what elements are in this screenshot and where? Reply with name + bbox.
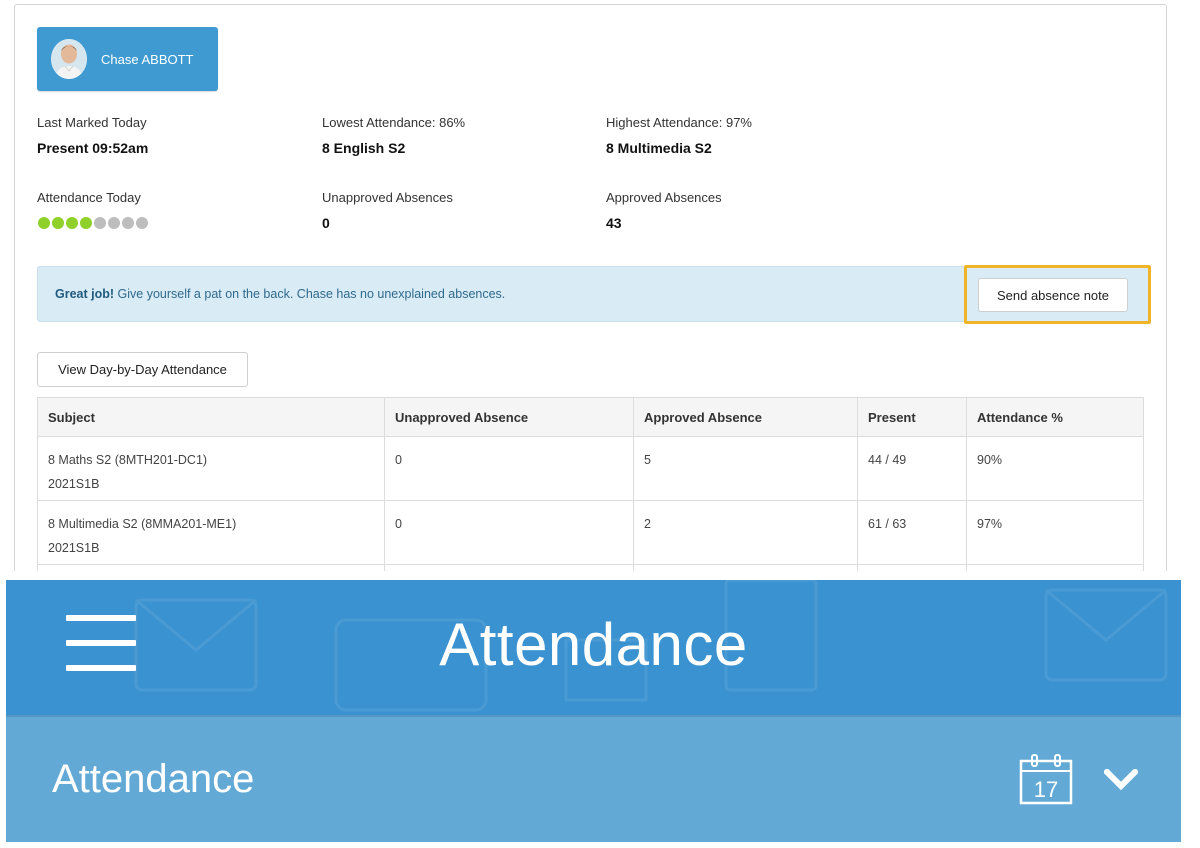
col-header-attendance-pct: Attendance % bbox=[966, 397, 1144, 437]
subjects-table: Subject Unapproved Absence Approved Abse… bbox=[37, 397, 1144, 571]
table-header-row: Subject Unapproved Absence Approved Abse… bbox=[37, 397, 1144, 437]
col-header-unapproved: Unapproved Absence bbox=[384, 397, 634, 437]
subject-term: 2021S1B bbox=[48, 541, 100, 555]
last-marked-value: Present 09:52am bbox=[37, 140, 149, 156]
attendance-dot-unmarked bbox=[94, 217, 106, 229]
cell-subject: 8 Maths S2 (8MTH201-DC1) 2021S1B bbox=[37, 436, 385, 501]
attendance-summary-panel: Chase ABBOTT Last Marked Today Present 0… bbox=[14, 4, 1167, 571]
unapproved-absences-label: Unapproved Absences bbox=[322, 190, 453, 205]
alert-strong-text: Great job! bbox=[55, 287, 115, 301]
col-header-approved: Approved Absence bbox=[633, 397, 858, 437]
cell-subject: 8 Multimedia S2 (8MMA201-ME1) 2021S1B bbox=[37, 500, 385, 565]
subject-name: 8 Maths S2 (8MTH201-DC1) bbox=[48, 453, 208, 467]
cell-attendance-pct: 97% bbox=[966, 500, 1144, 565]
student-chip[interactable]: Chase ABBOTT bbox=[37, 27, 218, 91]
attendance-dot-unmarked bbox=[136, 217, 148, 229]
cell-unapproved: 0 bbox=[384, 500, 634, 565]
table-row[interactable] bbox=[37, 564, 1144, 571]
highest-attendance-value: 8 Multimedia S2 bbox=[606, 140, 712, 156]
attendance-dot-present bbox=[80, 217, 92, 229]
cell-approved bbox=[633, 564, 858, 571]
student-name: Chase ABBOTT bbox=[101, 51, 194, 67]
cell-attendance-pct bbox=[966, 564, 1144, 571]
highest-attendance-label: Highest Attendance: 97% bbox=[606, 115, 752, 130]
table-row[interactable]: 8 Multimedia S2 (8MMA201-ME1) 2021S1B 0 … bbox=[37, 500, 1144, 565]
approved-absences-value: 43 bbox=[606, 215, 622, 231]
attendance-dot-present bbox=[38, 217, 50, 229]
unapproved-absences-value: 0 bbox=[322, 215, 330, 231]
chevron-down-icon[interactable] bbox=[1102, 767, 1140, 796]
subject-term: 2021S1B bbox=[48, 477, 100, 491]
calendar-icon[interactable]: 17 bbox=[1019, 753, 1073, 810]
cell-unapproved bbox=[384, 564, 634, 571]
lowest-attendance-value: 8 English S2 bbox=[322, 140, 406, 156]
cell-attendance-pct: 90% bbox=[966, 436, 1144, 501]
lowest-attendance-label: Lowest Attendance: 86% bbox=[322, 115, 466, 130]
cell-subject bbox=[37, 564, 385, 571]
alert-message: Give yourself a pat on the back. Chase h… bbox=[114, 287, 506, 301]
app-header-bar: Attendance bbox=[6, 580, 1181, 715]
attendance-dot-unmarked bbox=[108, 217, 120, 229]
view-day-by-day-button[interactable]: View Day-by-Day Attendance bbox=[37, 352, 248, 387]
attendance-today-label: Attendance Today bbox=[37, 190, 141, 205]
subject-name: 8 Multimedia S2 (8MMA201-ME1) bbox=[48, 517, 237, 531]
cell-approved: 2 bbox=[633, 500, 858, 565]
app-title: Attendance bbox=[439, 611, 748, 678]
approved-absences-label: Approved Absences bbox=[606, 190, 722, 205]
section-header-bar[interactable]: Attendance 17 bbox=[6, 715, 1181, 842]
avatar bbox=[51, 39, 87, 79]
cell-unapproved: 0 bbox=[384, 436, 634, 501]
attendance-dot-present bbox=[66, 217, 78, 229]
cell-approved: 5 bbox=[633, 436, 858, 501]
alert-text: Great job! Give yourself a pat on the ba… bbox=[55, 287, 505, 301]
send-absence-note-button[interactable]: Send absence note bbox=[978, 278, 1128, 312]
cell-present: 44 / 49 bbox=[857, 436, 967, 501]
calendar-day-number: 17 bbox=[1034, 777, 1058, 802]
col-header-present: Present bbox=[857, 397, 967, 437]
col-header-subject: Subject bbox=[37, 397, 385, 437]
section-title: Attendance bbox=[52, 757, 255, 801]
cell-present bbox=[857, 564, 967, 571]
attendance-dot-present bbox=[52, 217, 64, 229]
cell-present: 61 / 63 bbox=[857, 500, 967, 565]
attendance-today-dots bbox=[38, 217, 148, 229]
last-marked-label: Last Marked Today bbox=[37, 115, 147, 130]
attendance-dot-unmarked bbox=[122, 217, 134, 229]
table-row[interactable]: 8 Maths S2 (8MTH201-DC1) 2021S1B 0 5 44 … bbox=[37, 436, 1144, 501]
